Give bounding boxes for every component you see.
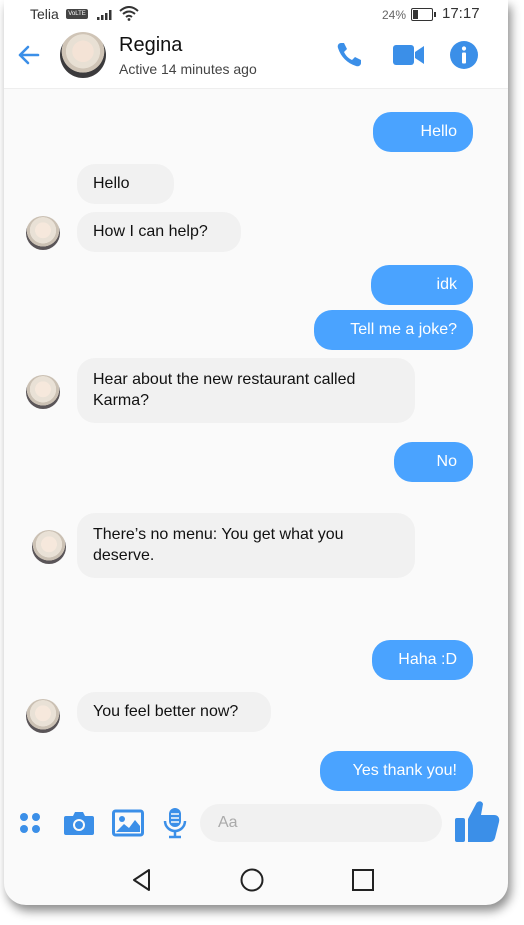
microphone-icon[interactable]: [162, 807, 188, 839]
contact-avatar-small: [26, 216, 60, 250]
image-icon[interactable]: [112, 809, 144, 837]
volte-badge: VoLTE: [66, 9, 88, 19]
contact-avatar-small: [26, 375, 60, 409]
camera-icon[interactable]: [63, 809, 95, 837]
carrier-name: Telia: [30, 6, 59, 22]
navigation-bar: [4, 856, 508, 905]
signal-icon: [97, 10, 112, 20]
nav-recents-icon[interactable]: [351, 868, 375, 892]
status-bar: Telia VoLTE 24% 17:17: [4, 0, 508, 26]
message-composer: [4, 796, 508, 856]
wifi-icon: [119, 6, 139, 21]
nav-home-icon[interactable]: [240, 868, 264, 892]
message-outgoing: Tell me a joke?: [314, 310, 473, 350]
contact-name[interactable]: Regina: [119, 34, 182, 57]
clock: 17:17: [442, 5, 480, 22]
chat-header: Regina Active 14 minutes ago: [4, 26, 508, 89]
video-camera-icon[interactable]: [392, 42, 426, 68]
message-outgoing: Yes thank you!: [320, 751, 473, 791]
message-incoming: Hear about the new restaurant called Kar…: [77, 358, 415, 423]
message-incoming: There’s no menu: You get what you deserv…: [77, 513, 415, 578]
message-outgoing: Hello: [373, 112, 473, 152]
nav-back-icon[interactable]: [130, 868, 154, 892]
active-status: Active 14 minutes ago: [119, 61, 257, 77]
phone-screen: Telia VoLTE 24% 17:17 Regina Active 14 m…: [4, 0, 508, 905]
message-input[interactable]: [200, 804, 442, 842]
back-arrow-icon[interactable]: [16, 42, 42, 68]
phone-icon[interactable]: [334, 40, 364, 70]
message-outgoing: Haha :D: [372, 640, 473, 680]
contact-avatar[interactable]: [60, 32, 106, 78]
message-incoming: How I can help?: [77, 212, 241, 252]
message-outgoing: idk: [371, 265, 473, 305]
battery-percent: 24%: [382, 8, 407, 22]
contact-avatar-small: [32, 530, 66, 564]
info-icon[interactable]: [449, 40, 479, 70]
message-list: Hello Hello How I can help? idk Tell me …: [4, 88, 508, 796]
message-outgoing: No: [394, 442, 473, 482]
message-incoming: Hello: [77, 164, 174, 204]
thumbs-up-icon[interactable]: [454, 799, 500, 843]
grid-dots-icon[interactable]: [18, 811, 42, 835]
contact-avatar-small: [26, 699, 60, 733]
message-incoming: You feel better now?: [77, 692, 271, 732]
battery-icon: [411, 8, 436, 21]
